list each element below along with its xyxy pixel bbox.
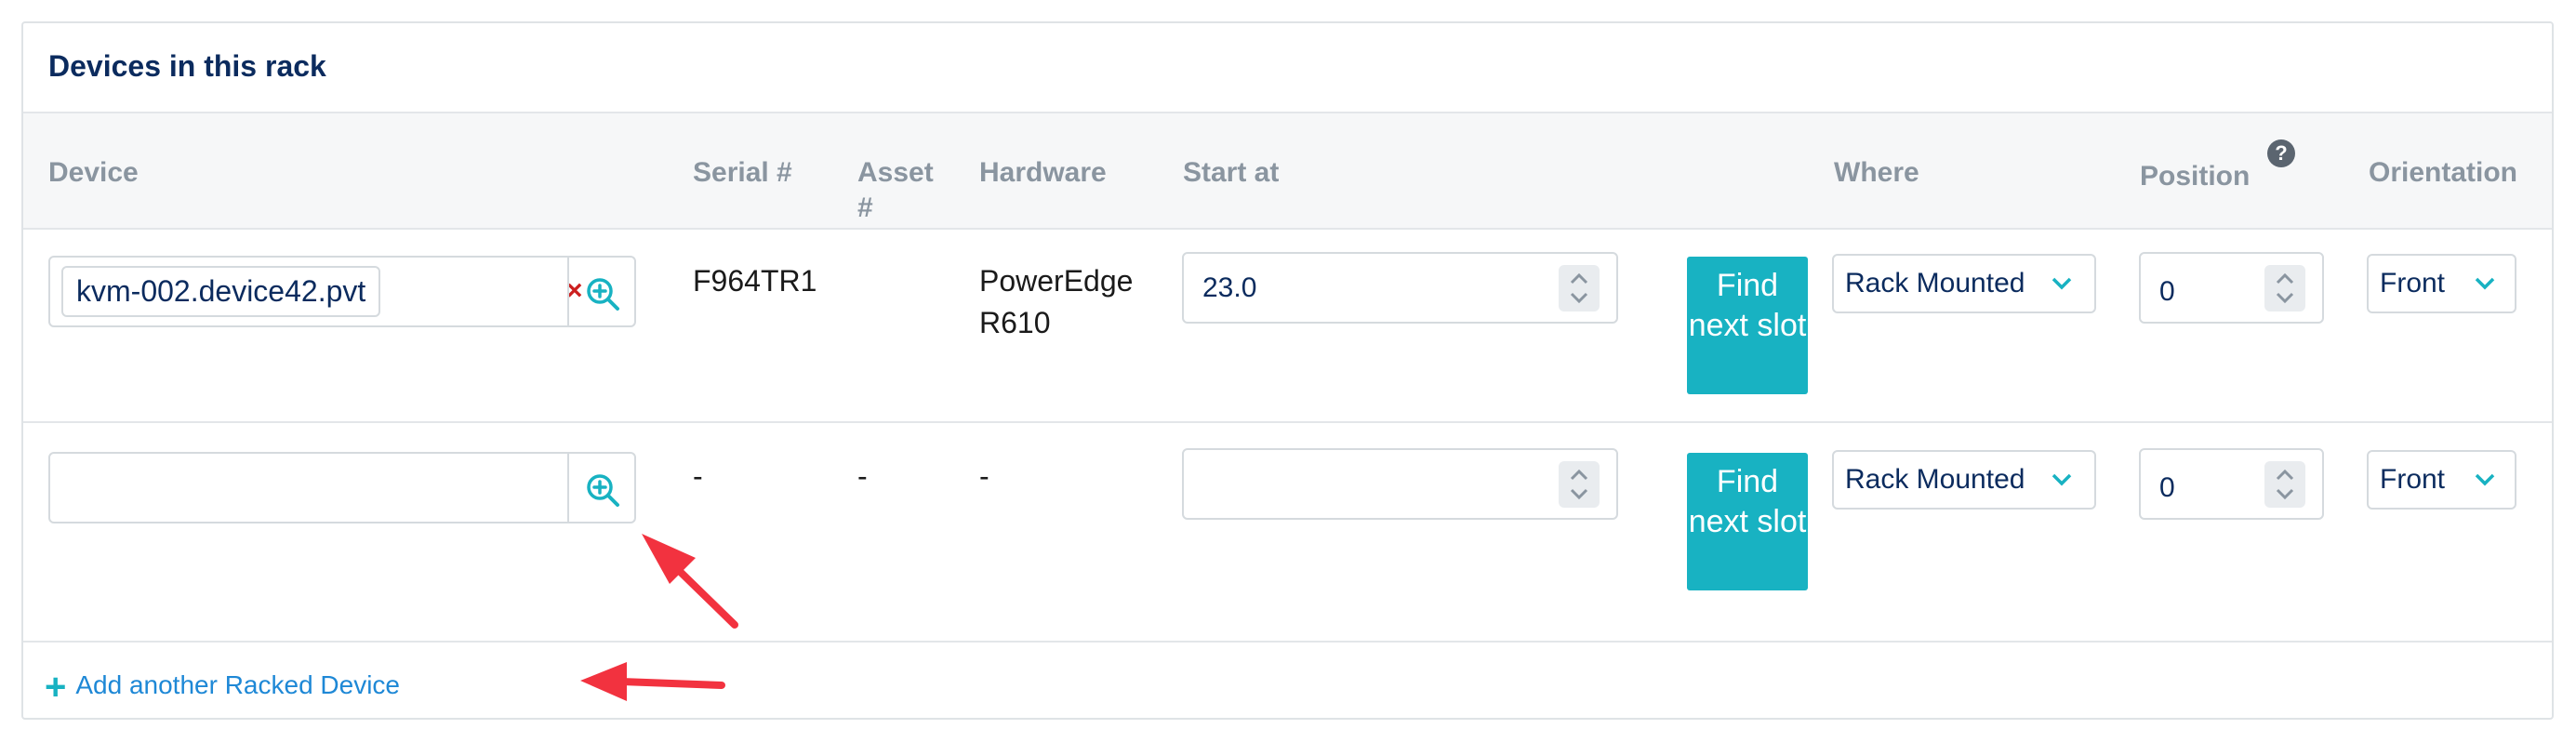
annotation-overlay [580, 534, 738, 701]
red-arrow [580, 662, 725, 701]
red-arrow [642, 534, 738, 629]
